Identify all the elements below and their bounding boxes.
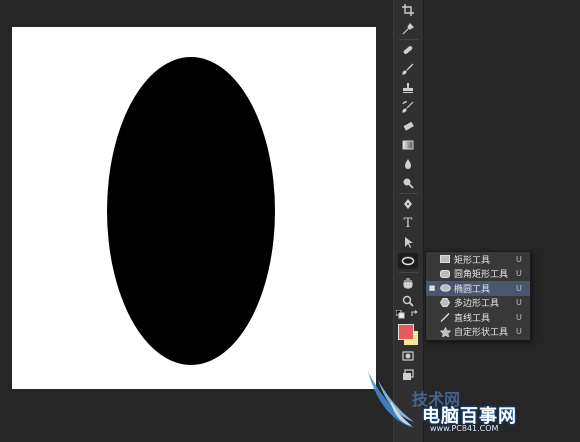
watermark-url: www.PC841.COM <box>430 424 499 433</box>
selected-bullet-icon: ■ <box>428 284 436 293</box>
flyout-item-shortcut: U <box>516 269 522 279</box>
flyout-item-label: 椭圆工具 <box>454 284 491 295</box>
line-icon <box>438 312 452 322</box>
crop-tool-icon[interactable] <box>398 2 418 18</box>
path-selection-tool-icon[interactable] <box>398 234 418 250</box>
rounded-rectangle-icon <box>438 269 452 278</box>
toolbar-separator <box>399 272 418 273</box>
clone-stamp-tool-icon[interactable] <box>398 80 418 96</box>
pen-tool-icon[interactable] <box>398 196 418 212</box>
flyout-item-label: 直线工具 <box>454 313 491 324</box>
toolbar-separator <box>399 193 418 194</box>
rectangle-icon <box>438 255 452 264</box>
polygon-icon <box>438 298 452 308</box>
watermark-title: 电脑百事网 <box>422 406 517 427</box>
flyout-item-label: 自定形状工具 <box>454 328 509 339</box>
ellipse-shape[interactable] <box>107 57 275 365</box>
flyout-item-shortcut: U <box>516 298 522 308</box>
document-canvas[interactable] <box>12 27 376 389</box>
swap-colors-icon[interactable] <box>411 310 420 319</box>
flyout-item-shortcut: U <box>516 283 522 293</box>
shape-tools-flyout-menu: 矩形工具 U 圆角矩形工具 U ■ 椭圆工具 U 多边形工具 U 直线工具 U <box>425 251 531 341</box>
flyout-item-line-tool[interactable]: 直线工具 U <box>426 310 530 325</box>
flyout-item-shortcut: U <box>516 254 522 264</box>
flyout-item-rectangle-tool[interactable]: 矩形工具 U <box>426 252 530 267</box>
flyout-item-custom-shape-tool[interactable]: 自定形状工具 U <box>426 325 530 340</box>
quick-mask-icon[interactable] <box>398 348 418 364</box>
foreground-color-swatch[interactable] <box>398 324 414 340</box>
flyout-item-label: 多边形工具 <box>454 299 500 310</box>
toolbar-separator <box>399 39 418 40</box>
tools-panel: T <box>393 0 424 442</box>
flyout-item-shortcut: U <box>516 312 522 322</box>
healing-brush-tool-icon[interactable] <box>398 42 418 58</box>
flyout-item-polygon-tool[interactable]: 多边形工具 U <box>426 296 530 311</box>
ellipse-tool-icon[interactable] <box>398 253 418 269</box>
custom-shape-icon <box>438 326 452 337</box>
history-brush-tool-icon[interactable] <box>398 99 418 115</box>
flyout-item-label: 矩形工具 <box>454 255 491 266</box>
eraser-tool-icon[interactable] <box>398 118 418 134</box>
zoom-tool-icon[interactable] <box>398 293 418 309</box>
brush-tool-icon[interactable] <box>398 61 418 77</box>
flyout-item-ellipse-tool[interactable]: ■ 椭圆工具 U <box>426 281 530 296</box>
flyout-item-rounded-rectangle-tool[interactable]: 圆角矩形工具 U <box>426 267 530 282</box>
flyout-item-shortcut: U <box>516 327 522 337</box>
blur-tool-icon[interactable] <box>398 156 418 172</box>
eyedropper-tool-icon[interactable] <box>398 21 418 37</box>
gradient-tool-icon[interactable] <box>398 137 418 153</box>
screen-mode-icon[interactable] <box>398 367 418 383</box>
default-colors-icon[interactable] <box>396 310 405 319</box>
type-tool-icon[interactable]: T <box>398 215 418 231</box>
hand-tool-icon[interactable] <box>398 275 418 291</box>
flyout-item-label: 圆角矩形工具 <box>454 270 509 281</box>
dodge-tool-icon[interactable] <box>398 175 418 191</box>
ellipse-icon <box>438 284 452 293</box>
